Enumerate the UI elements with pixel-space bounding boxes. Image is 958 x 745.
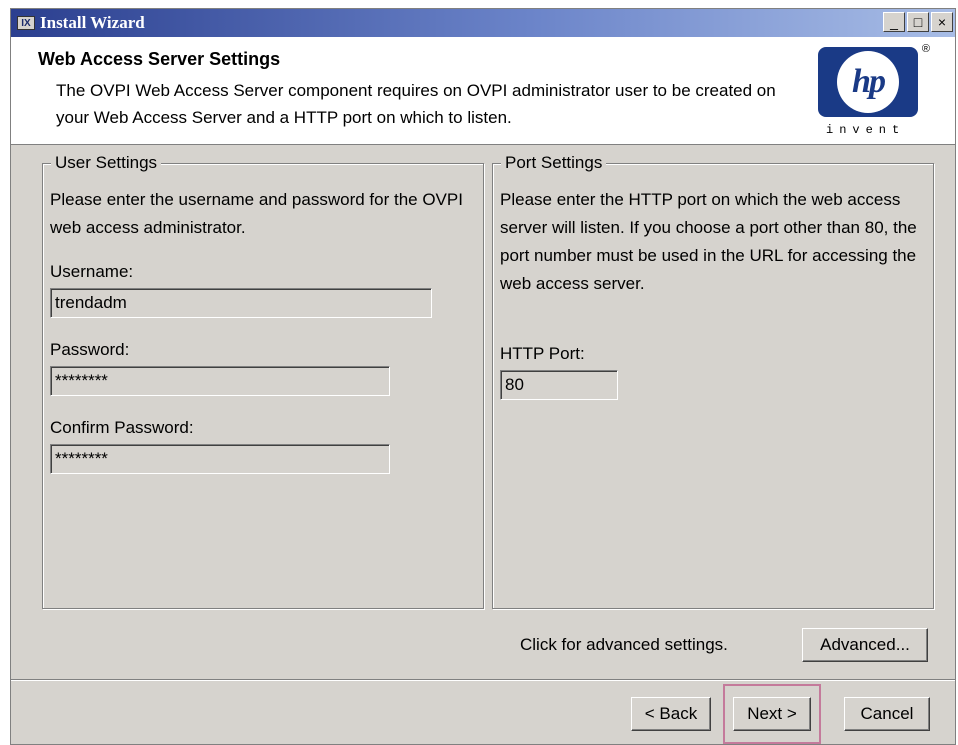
registered-mark: ® [921,43,930,55]
user-settings-instructions: Please enter the username and password f… [50,190,463,237]
password-label: Password: [50,340,130,359]
maximize-icon[interactable]: □ [907,12,929,32]
back-button[interactable]: < Back [631,697,711,731]
cancel-button[interactable]: Cancel [844,697,930,731]
confirm-password-input[interactable] [50,444,390,474]
http-port-input[interactable] [500,370,618,400]
app-icon: IX [17,16,35,30]
advanced-button[interactable]: Advanced... [802,628,928,662]
title-bar[interactable]: IX Install Wizard _ □ × [11,9,955,37]
footer-separator [11,679,955,681]
http-port-label: HTTP Port: [500,344,585,363]
close-icon[interactable]: × [931,12,953,32]
page-description: The OVPI Web Access Server component req… [56,81,776,127]
wizard-header: Web Access Server Settings The OVPI Web … [11,37,955,145]
minimize-icon[interactable]: _ [883,12,905,32]
window-controls: _ □ × [883,12,953,32]
confirm-password-label: Confirm Password: [50,418,194,437]
username-label: Username: [50,262,134,281]
page-title: Web Access Server Settings [38,49,281,69]
username-input[interactable] [50,288,432,318]
next-button[interactable]: Next > [733,697,811,731]
hp-logo-tagline: invent [826,123,906,137]
user-settings-legend: User Settings [51,153,162,173]
window-title: Install Wizard [40,13,145,32]
port-settings-legend: Port Settings [501,153,607,173]
port-settings-instructions: Please enter the HTTP port on which the … [500,190,917,293]
advanced-settings-label: Click for advanced settings. [520,635,728,654]
password-input[interactable] [50,366,390,396]
install-wizard-window: IX Install Wizard _ □ × Web Access Serve… [10,8,956,745]
hp-logo-badge: hp [818,47,918,117]
hp-logo: hp ® invent [818,43,930,139]
hp-logo-circle: hp [837,51,899,113]
port-settings-group: Port Settings Please enter the HTTP port… [492,153,934,609]
user-settings-group: User Settings Please enter the username … [42,153,484,609]
hp-logo-text: hp [852,63,886,100]
